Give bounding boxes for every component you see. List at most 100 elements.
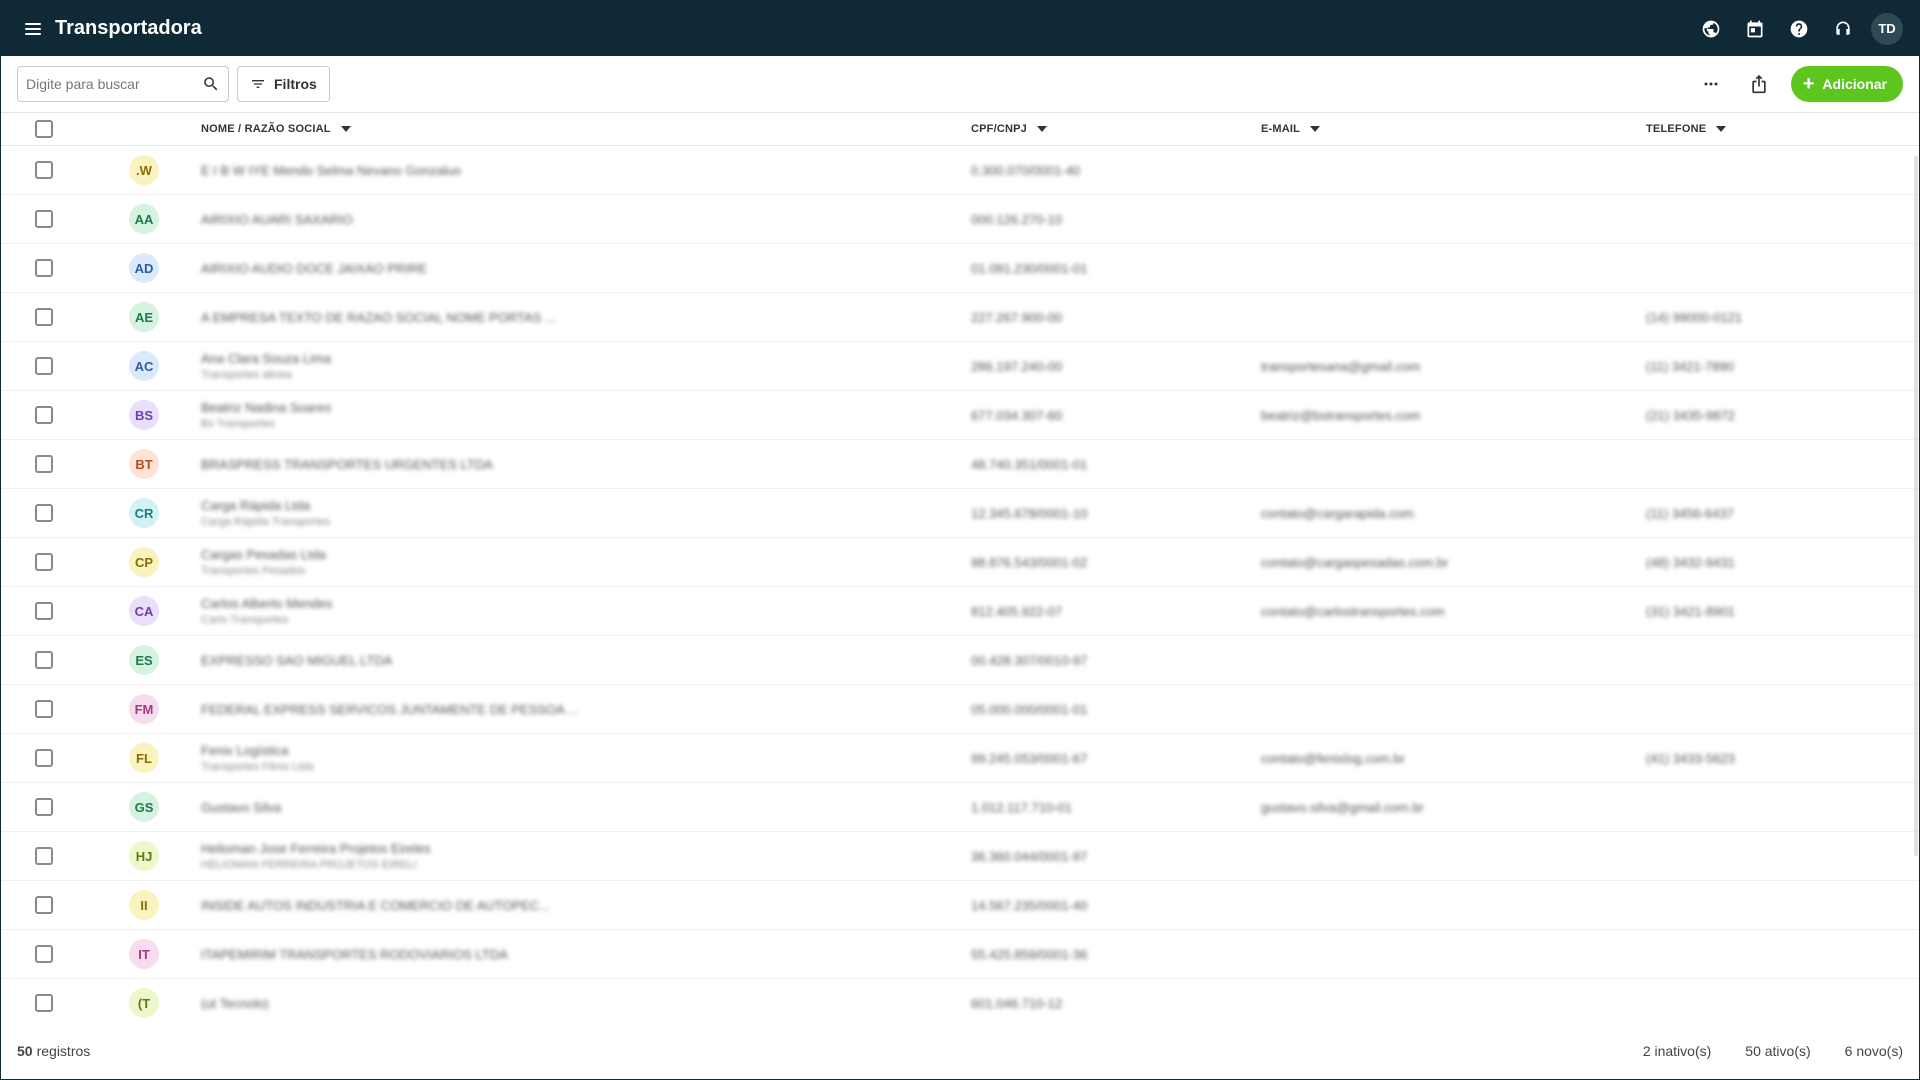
table-row[interactable]: CR Carga Rápida Ltda Carga Rápida Transp…	[1, 489, 1919, 538]
table-row[interactable]: AC Ana Clara Souza Lima Transportes alin…	[1, 342, 1919, 391]
carrier-name[interactable]: Ana Clara Souza Lima	[201, 351, 331, 366]
row-checkbox[interactable]	[35, 945, 53, 963]
table-row[interactable]: BS Beatriz Nadina Soares Bs Transportes …	[1, 391, 1919, 440]
carrier-name[interactable]: ITAPEMIRIM TRANSPORTES RODOVIARIOS LTDA	[201, 947, 508, 962]
column-header-email[interactable]: E-MAIL	[1261, 123, 1321, 135]
help-icon[interactable]	[1779, 9, 1819, 49]
table-row[interactable]: ES EXPRESSO SAO MIGUEL LTDA 00.428.307/0…	[1, 636, 1919, 685]
table-row[interactable]: AE A EMPRESA TEXTO DE RAZAO SOCIAL NOME …	[1, 293, 1919, 342]
inactive-count[interactable]: 2 inativo(s)	[1643, 1043, 1711, 1059]
active-count[interactable]: 50 ativo(s)	[1745, 1043, 1810, 1059]
table-row[interactable]: FM FEDERAL EXPRESS SERVICOS JUNTAMENTE D…	[1, 685, 1919, 734]
select-all-checkbox[interactable]	[35, 120, 53, 138]
carrier-name[interactable]: BRASPRESS TRANSPORTES URGENTES LTDA	[201, 457, 493, 472]
table-row[interactable]: CP Cargas Pesadas Ltda Transportes Pesad…	[1, 538, 1919, 587]
carrier-name[interactable]: Gustavo Silva	[201, 800, 281, 815]
table-row[interactable]: AA AIRIXIO AUARI SAXARIO 000.126.270-10	[1, 195, 1919, 244]
support-headset-icon[interactable]	[1823, 9, 1863, 49]
row-checkbox[interactable]	[35, 651, 53, 669]
carrier-email: contato@cargaspesadas.com.br	[1261, 554, 1449, 570]
table-row[interactable]: GS Gustavo Silva 1.012.117.710-01 gustav…	[1, 783, 1919, 832]
table-row[interactable]: (T (ut Tecnolo) 601.046.710-12	[1, 979, 1919, 1028]
row-checkbox[interactable]	[35, 700, 53, 718]
record-count: 50	[17, 1043, 33, 1059]
carrier-name[interactable]: Carga Rápida Ltda	[201, 498, 330, 513]
filters-button[interactable]: Filtros	[237, 66, 330, 102]
more-options-icon[interactable]	[1691, 64, 1731, 104]
globe-icon[interactable]	[1691, 9, 1731, 49]
table-row[interactable]: IT ITAPEMIRIM TRANSPORTES RODOVIARIOS LT…	[1, 930, 1919, 979]
vertical-scrollbar[interactable]	[1914, 156, 1918, 856]
carrier-name[interactable]: Helioman Jose Ferreira Projetos Eireles	[201, 841, 431, 856]
carrier-trade-name: Transportes alinea	[201, 369, 292, 381]
avatar: (T	[129, 988, 159, 1018]
user-avatar[interactable]: TD	[1871, 12, 1903, 45]
row-checkbox[interactable]	[35, 504, 53, 522]
carrier-email: contato@cargarapida.com	[1261, 505, 1414, 521]
row-checkbox[interactable]	[35, 210, 53, 228]
carrier-document: 000.126.270-10	[971, 211, 1063, 227]
table-header: NOME / RAZÃO SOCIAL CPF/CNPJ E-MAIL TELE…	[1, 113, 1919, 146]
carrier-document: 99.245.053/0001-67	[971, 750, 1088, 766]
column-header-doc[interactable]: CPF/CNPJ	[971, 123, 1047, 135]
row-checkbox[interactable]	[35, 455, 53, 473]
carrier-document: 677.034.307-60	[971, 407, 1063, 423]
carrier-name[interactable]: AIRIXIO AUDIO DOCE JAIXAO PRIRE	[201, 261, 427, 276]
sort-down-icon	[1716, 126, 1727, 132]
row-checkbox[interactable]	[35, 602, 53, 620]
row-checkbox[interactable]	[35, 161, 53, 179]
carrier-phone: (11) 3456-6437	[1646, 505, 1734, 521]
carrier-name[interactable]: Cargas Pesadas Ltda	[201, 547, 326, 562]
row-checkbox[interactable]	[35, 798, 53, 816]
row-checkbox[interactable]	[35, 847, 53, 865]
carrier-phone: (14) 99000-0121	[1646, 309, 1743, 325]
carrier-document: 601.046.710-12	[971, 995, 1063, 1011]
row-checkbox[interactable]	[35, 749, 53, 767]
toolbar: Filtros + Adicionar	[1, 56, 1919, 113]
table-row[interactable]: AD AIRIXIO AUDIO DOCE JAIXAO PRIRE 01.09…	[1, 244, 1919, 293]
row-checkbox[interactable]	[35, 357, 53, 375]
carrier-name[interactable]: INSIDE AUTOS INDUSTRIA E COMERCIO DE AUT…	[201, 898, 550, 913]
row-checkbox[interactable]	[35, 259, 53, 277]
table-row[interactable]: .W E I B W IYE Mendo Selma Nevano Gonzal…	[1, 146, 1919, 195]
table-footer: 50 registros 2 inativo(s) 50 ativo(s) 6 …	[1, 1023, 1919, 1079]
carrier-name[interactable]: AIRIXIO AUARI SAXARIO	[201, 212, 353, 227]
table-row[interactable]: CA Carlos Alberto Mendes Carlo Transport…	[1, 587, 1919, 636]
carrier-name[interactable]: EXPRESSO SAO MIGUEL LTDA	[201, 653, 392, 668]
carrier-document: 286.197.240-00	[971, 358, 1063, 374]
carrier-name[interactable]: Beatriz Nadina Soares	[201, 400, 331, 415]
avatar: CR	[129, 498, 159, 528]
avatar: AC	[129, 351, 159, 381]
row-checkbox[interactable]	[35, 308, 53, 326]
carrier-name[interactable]: Fenix Logística	[201, 743, 314, 758]
carriers-table: NOME / RAZÃO SOCIAL CPF/CNPJ E-MAIL TELE…	[1, 113, 1919, 1028]
row-checkbox[interactable]	[35, 553, 53, 571]
calendar-icon[interactable]	[1735, 9, 1775, 49]
column-header-phone[interactable]: TELEFONE	[1646, 123, 1727, 135]
new-count[interactable]: 6 novo(s)	[1845, 1043, 1903, 1059]
carrier-name[interactable]: FEDERAL EXPRESS SERVICOS JUNTAMENTE DE P…	[201, 702, 579, 717]
table-row[interactable]: BT BRASPRESS TRANSPORTES URGENTES LTDA 4…	[1, 440, 1919, 489]
export-share-icon[interactable]	[1739, 64, 1779, 104]
avatar: .W	[129, 155, 159, 185]
hamburger-menu-icon[interactable]	[25, 19, 45, 39]
column-header-name[interactable]: NOME / RAZÃO SOCIAL	[201, 123, 351, 135]
carrier-name[interactable]: A EMPRESA TEXTO DE RAZAO SOCIAL NOME POR…	[201, 310, 556, 325]
carrier-document: 14.567.235/0001-40	[971, 897, 1088, 913]
row-checkbox[interactable]	[35, 406, 53, 424]
table-row[interactable]: HJ Helioman Jose Ferreira Projetos Eirel…	[1, 832, 1919, 881]
add-button[interactable]: + Adicionar	[1790, 66, 1903, 102]
carrier-phone: (41) 3433-5623	[1646, 750, 1735, 766]
carrier-name[interactable]: Carlos Alberto Mendes	[201, 596, 333, 611]
sort-down-icon	[1037, 126, 1047, 132]
search-input[interactable]	[26, 76, 202, 92]
search-icon[interactable]	[202, 75, 220, 93]
carrier-name[interactable]: E I B W IYE Mendo Selma Nevano Gonzaluo	[201, 163, 461, 178]
row-checkbox[interactable]	[35, 994, 53, 1012]
table-row[interactable]: FL Fenix Logística Transportes Fênix Ltd…	[1, 734, 1919, 783]
avatar: AA	[129, 204, 159, 234]
carrier-email: contato@carlostransportes.com	[1261, 603, 1445, 619]
row-checkbox[interactable]	[35, 896, 53, 914]
carrier-name[interactable]: (ut Tecnolo)	[201, 996, 269, 1011]
table-row[interactable]: II INSIDE AUTOS INDUSTRIA E COMERCIO DE …	[1, 881, 1919, 930]
